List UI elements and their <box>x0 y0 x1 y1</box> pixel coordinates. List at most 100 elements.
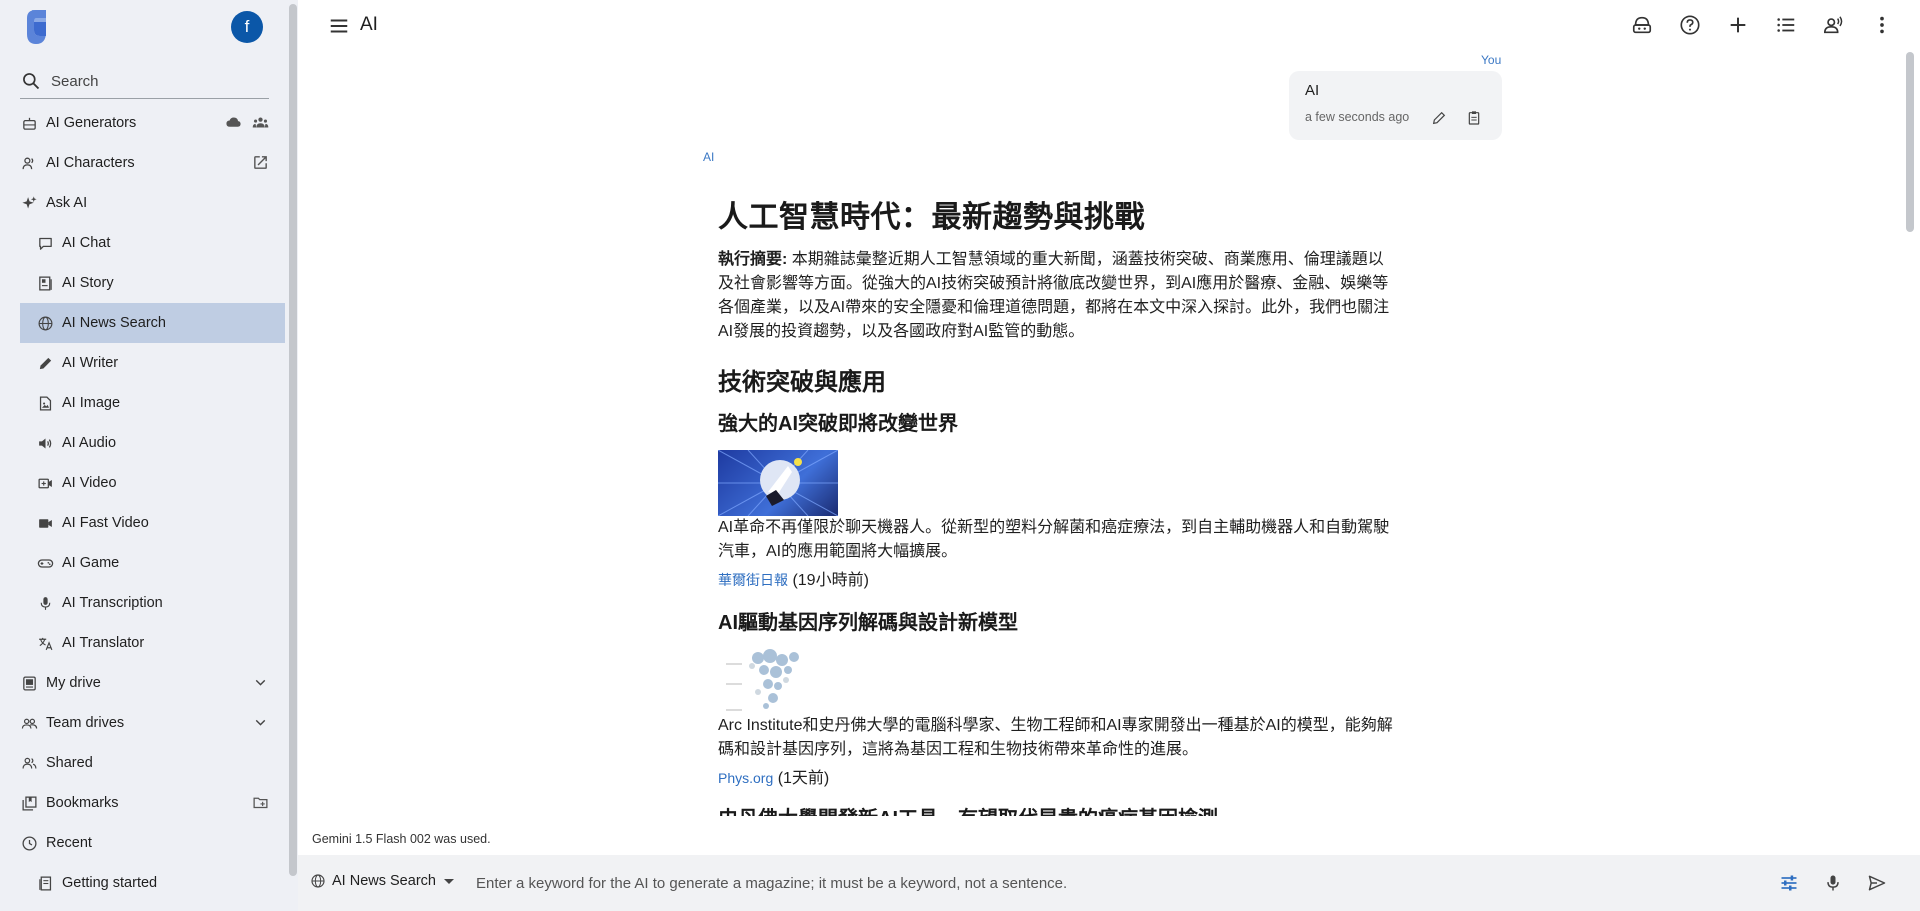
sidebar-item-label: Shared <box>46 755 93 771</box>
story-summary: Arc Institute和史丹佛大學的電腦科學家、生物工程師和AI專家開發出一… <box>718 717 1393 758</box>
mode-selector[interactable]: AI News Search <box>310 873 454 889</box>
sidebar-item-label: AI Story <box>62 275 114 291</box>
plus-icon <box>1730 17 1746 33</box>
summary-text: 本期雜誌彙整近期人工智慧領域的重大新聞，涵蓋技術突破、商業應用、倫理議題以及社會… <box>718 251 1390 340</box>
sidebar-item-ai-writer[interactable]: AI Writer <box>20 343 285 383</box>
microphone-icon <box>1827 875 1839 891</box>
bookmarks-icon <box>20 794 38 812</box>
sidebar-item-label: AI Audio <box>62 435 117 451</box>
story-summary: AI革命不再僅限於聊天機器人。從新型的塑料分解菌和癌症療法，到自主輔助機器人和自… <box>718 519 1390 560</box>
user-message-text: AI <box>1305 82 1320 99</box>
ai-agent-button[interactable] <box>1630 13 1654 37</box>
story-image[interactable] <box>718 648 820 714</box>
story-book-icon <box>36 274 54 292</box>
source-link[interactable]: Phys.org <box>718 770 773 786</box>
sidebar-item-recent[interactable]: Recent <box>20 823 285 863</box>
chevron-down-icon[interactable] <box>252 674 269 691</box>
group-icon[interactable] <box>252 114 269 131</box>
sidebar-item-bookmarks[interactable]: Bookmarks <box>20 783 285 823</box>
toolbar <box>1630 13 1894 37</box>
search-box[interactable]: Search <box>20 64 269 99</box>
sidebar-item-getting-started[interactable]: Getting started <box>20 863 285 903</box>
ai-response-card: 人工智慧時代：最新趨勢與挑戰 執行摘要: 本期雜誌彙整近期人工智慧領域的重大新聞… <box>703 166 1408 816</box>
speaker-icon <box>36 434 54 452</box>
avatar[interactable]: f <box>231 11 263 43</box>
hamburger-menu-icon[interactable] <box>328 15 350 37</box>
drive-icon <box>20 674 38 692</box>
send-button[interactable] <box>1866 872 1888 894</box>
story-image[interactable] <box>718 450 838 516</box>
composer-actions <box>1778 872 1888 894</box>
sidebar-item-ai-game[interactable]: AI Game <box>20 543 285 583</box>
help-button[interactable] <box>1678 13 1702 37</box>
source-time: (19小時前) <box>788 572 869 589</box>
globe-icon <box>36 314 54 332</box>
list-icon <box>1777 18 1795 32</box>
sparkle-icon <box>20 194 38 212</box>
sidebar-item-ai-news-search[interactable]: AI News Search <box>20 303 285 343</box>
sidebar-item-ai-chat[interactable]: AI Chat <box>20 223 285 263</box>
voice-input-button[interactable] <box>1822 872 1844 894</box>
sidebar-item-shared[interactable]: Shared <box>20 743 285 783</box>
user-message-time: a few seconds ago <box>1305 110 1410 124</box>
settings-button[interactable] <box>1778 872 1800 894</box>
sidebar: f Search AI Generators AI Characters Ask… <box>0 0 298 911</box>
cloud-icon[interactable] <box>225 114 242 131</box>
main-scrollbar[interactable] <box>1906 52 1914 232</box>
ai-label: AI <box>703 150 715 164</box>
sidebar-item-ai-story[interactable]: AI Story <box>20 263 285 303</box>
help-circle-icon <box>1680 15 1700 35</box>
article-title: 人工智慧時代：最新趨勢與挑戰 <box>718 201 1145 234</box>
sidebar-item-ai-audio[interactable]: AI Audio <box>20 423 285 463</box>
sidebar-item-label: Recent <box>46 835 92 851</box>
open-external-icon[interactable] <box>252 154 269 171</box>
edit-icon[interactable] <box>1431 110 1447 126</box>
sidebar-item-label: AI Fast Video <box>62 515 149 531</box>
sidebar-item-label: AI Characters <box>46 155 135 171</box>
history-list-button[interactable] <box>1774 13 1798 37</box>
gamepad-icon <box>36 554 54 572</box>
videocam-icon <box>36 514 54 532</box>
sidebar-item-ai-translator[interactable]: AI Translator <box>20 623 285 663</box>
user-label: You <box>1481 53 1502 67</box>
chevron-down-icon[interactable] <box>252 714 269 731</box>
sidebar-scrollbar[interactable] <box>289 4 297 876</box>
sidebar-nav: AI Generators AI Characters Ask AI AI Ch… <box>20 103 285 903</box>
section-heading: 技術突破與應用 <box>718 369 886 396</box>
new-folder-icon[interactable] <box>252 794 269 811</box>
mode-label: AI News Search <box>332 873 436 889</box>
sidebar-item-label: AI Writer <box>62 355 119 371</box>
page-title: AI <box>360 14 378 35</box>
user-message-bubble: AI a few seconds ago <box>1289 71 1502 140</box>
executive-summary: 執行摘要: 本期雜誌彙整近期人工智慧領域的重大新聞，涵蓋技術突破、商業應用、倫理… <box>718 248 1393 344</box>
sidebar-item-ai-generators[interactable]: AI Generators <box>20 103 285 143</box>
robot-head-icon <box>1632 16 1652 34</box>
sidebar-item-ai-transcription[interactable]: AI Transcription <box>20 583 285 623</box>
sidebar-item-ask-ai[interactable]: Ask AI <box>20 183 285 223</box>
sidebar-item-team-drives[interactable]: Team drives <box>20 703 285 743</box>
prompt-input[interactable] <box>476 864 1776 902</box>
new-chat-button[interactable] <box>1726 13 1750 37</box>
source-link[interactable]: 華爾街日報 <box>718 572 788 588</box>
sidebar-item-label: Ask AI <box>46 195 88 211</box>
tune-icon <box>1781 875 1797 891</box>
sidebar-item-ai-fast-video[interactable]: AI Fast Video <box>20 503 285 543</box>
more-options-button[interactable] <box>1870 13 1894 37</box>
app-logo[interactable] <box>24 8 54 46</box>
avatar-letter: f <box>244 17 250 36</box>
sidebar-item-my-drive[interactable]: My drive <box>20 663 285 703</box>
story-title: 史丹佛大學開發新AI工具，有望取代昂貴的癌症基因檢測 <box>718 802 1218 816</box>
chat-bubble-icon <box>36 234 54 252</box>
robot-icon <box>20 114 38 132</box>
sidebar-item-ai-characters[interactable]: AI Characters <box>20 143 285 183</box>
sidebar-item-label: AI Translator <box>62 635 145 651</box>
story-title: AI驅動基因序列解碼與設計新模型 <box>718 612 1018 634</box>
voice-chat-button[interactable] <box>1822 13 1846 37</box>
sidebar-item-label: AI Chat <box>62 235 111 251</box>
clipboard-icon[interactable] <box>1466 110 1482 126</box>
sidebar-item-label: AI Video <box>62 475 117 491</box>
send-icon <box>1868 875 1886 891</box>
sidebar-item-ai-image[interactable]: AI Image <box>20 383 285 423</box>
sidebar-item-ai-video[interactable]: AI Video <box>20 463 285 503</box>
sidebar-item-label: Bookmarks <box>46 795 119 811</box>
